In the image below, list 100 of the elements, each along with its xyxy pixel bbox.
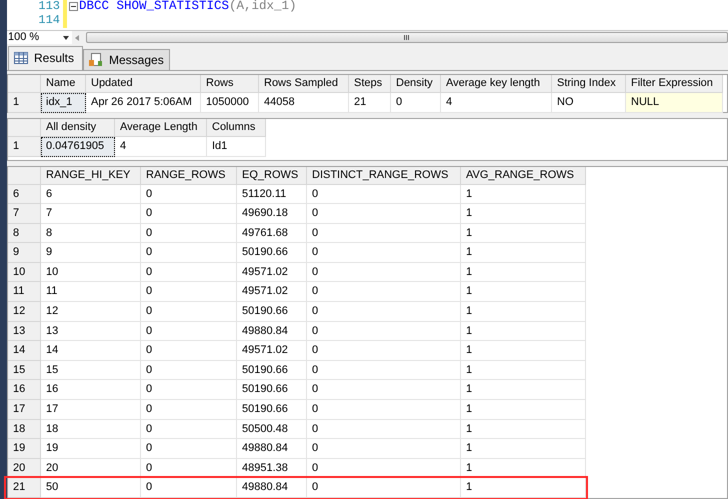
- table-cell: 51120.11: [237, 184, 307, 204]
- row-number[interactable]: 16: [8, 380, 41, 400]
- row-number[interactable]: 14: [8, 341, 41, 361]
- table-cell: 0: [141, 439, 237, 459]
- collapse-icon[interactable]: [68, 2, 78, 10]
- table-cell: 0: [307, 478, 461, 498]
- table-cell: 0: [307, 439, 461, 459]
- table-cell: 7: [41, 204, 141, 224]
- table-cell: 1: [461, 478, 586, 498]
- row-number[interactable]: 10: [8, 262, 41, 282]
- row-number[interactable]: 9: [8, 243, 41, 263]
- column-header[interactable]: AVG_RANGE_ROWS: [461, 166, 586, 184]
- table-cell: 1: [461, 302, 586, 322]
- column-header[interactable]: RANGE_HI_KEY: [41, 166, 141, 184]
- table-cell: 0: [307, 420, 461, 440]
- table-cell: 50190.66: [237, 360, 307, 380]
- column-header[interactable]: EQ_ROWS: [237, 166, 307, 184]
- table-cell: 0: [141, 380, 237, 400]
- table-cell: 1: [461, 204, 586, 224]
- column-header[interactable]: RANGE_ROWS: [141, 166, 237, 184]
- table-cell: 1050000: [201, 92, 259, 112]
- corner-header[interactable]: [8, 74, 41, 92]
- table-cell: 0: [307, 243, 461, 263]
- table-cell: 8: [41, 224, 141, 244]
- table-cell: 0: [307, 204, 461, 224]
- table-cell: 1: [461, 243, 586, 263]
- corner-header[interactable]: [8, 166, 41, 184]
- column-header[interactable]: Rows Sampled: [259, 74, 349, 92]
- column-header[interactable]: Steps: [349, 74, 391, 92]
- table-cell: 0: [307, 262, 461, 282]
- table-cell: 0: [141, 184, 237, 204]
- table-cell: 50190.66: [237, 302, 307, 322]
- row-number[interactable]: 13: [8, 322, 41, 342]
- row-number[interactable]: 15: [8, 360, 41, 380]
- row-number[interactable]: 1: [8, 136, 41, 156]
- table-cell: Id1: [207, 136, 266, 156]
- column-header[interactable]: Rows: [201, 74, 259, 92]
- table-cell: 19: [41, 439, 141, 459]
- table-cell: 0: [141, 224, 237, 244]
- table-cell: 50190.66: [237, 380, 307, 400]
- row-number[interactable]: 8: [8, 224, 41, 244]
- table-cell: Apr 26 2017 5:06AM: [86, 92, 201, 112]
- column-header[interactable]: String Index: [552, 74, 626, 92]
- table-cell: 0: [141, 204, 237, 224]
- scrollbar-thumb[interactable]: [86, 32, 728, 44]
- table-cell: 9: [41, 243, 141, 263]
- row-number[interactable]: 18: [8, 420, 41, 440]
- tab[interactable]: Messages: [83, 48, 170, 70]
- table-cell: 17: [41, 400, 141, 420]
- column-header[interactable]: Average key length: [441, 74, 552, 92]
- table-cell: 0: [307, 400, 461, 420]
- table-cell: 1: [461, 282, 586, 302]
- row-number[interactable]: 1: [8, 92, 41, 112]
- column-header[interactable]: Filter Expression: [626, 74, 723, 92]
- table-cell: 0: [141, 282, 237, 302]
- table-cell: 0: [141, 322, 237, 342]
- table-cell: 1: [461, 380, 586, 400]
- column-header[interactable]: Updated: [86, 74, 201, 92]
- table-cell: idx_1: [41, 92, 86, 112]
- table-cell: 49571.02: [237, 341, 307, 361]
- column-header[interactable]: Density: [391, 74, 441, 92]
- table-cell: 0: [307, 322, 461, 342]
- table-cell: 1: [461, 341, 586, 361]
- table-cell: 16: [41, 380, 141, 400]
- table-cell: 13: [41, 322, 141, 342]
- table-cell: 0: [141, 420, 237, 440]
- table-cell: 50500.48: [237, 420, 307, 440]
- row-number[interactable]: 12: [8, 302, 41, 322]
- column-header[interactable]: All density: [41, 118, 115, 136]
- grid-icon: [14, 52, 28, 64]
- corner-header[interactable]: [8, 118, 41, 136]
- column-header[interactable]: Columns: [207, 118, 266, 136]
- table-cell: 0: [307, 380, 461, 400]
- table-cell: 15: [41, 360, 141, 380]
- table-cell: 6: [41, 184, 141, 204]
- table-cell: 0: [307, 224, 461, 244]
- table-cell: 14: [41, 341, 141, 361]
- table-cell: 49880.84: [237, 439, 307, 459]
- row-number[interactable]: 17: [8, 400, 41, 420]
- table-cell: 44058: [259, 92, 349, 112]
- table-cell: 0: [141, 360, 237, 380]
- row-number[interactable]: 11: [8, 282, 41, 302]
- table-cell: 11: [41, 282, 141, 302]
- table-cell: 49571.02: [237, 262, 307, 282]
- column-header[interactable]: DISTINCT_RANGE_ROWS: [307, 166, 461, 184]
- table-cell: 21: [349, 92, 391, 112]
- zoom-dropdown[interactable]: 100 %: [7, 30, 72, 45]
- row-number[interactable]: 7: [8, 204, 41, 224]
- scroll-left-icon[interactable]: [75, 34, 79, 41]
- tab[interactable]: Results: [8, 46, 84, 70]
- table-cell: 1: [461, 322, 586, 342]
- row-number[interactable]: 6: [8, 184, 41, 204]
- table-cell: 0: [307, 360, 461, 380]
- column-header[interactable]: Average Length: [115, 118, 207, 136]
- table-cell: 12: [41, 302, 141, 322]
- table-cell: 0: [141, 400, 237, 420]
- row-number[interactable]: 19: [8, 439, 41, 459]
- table-cell: 0: [141, 478, 237, 498]
- row-number[interactable]: 21: [8, 478, 41, 498]
- column-header[interactable]: Name: [41, 74, 86, 92]
